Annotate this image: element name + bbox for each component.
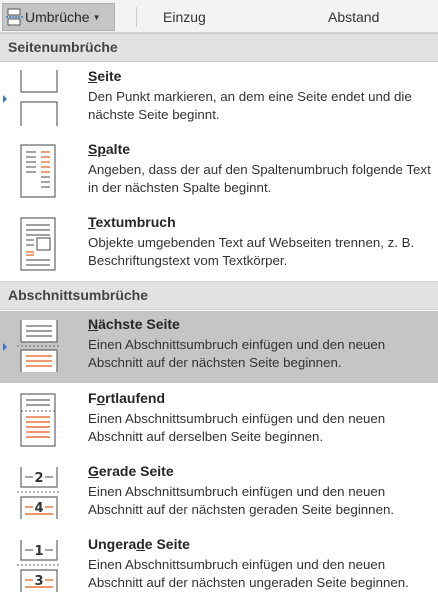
menu-item-title: Nächste Seite [88,316,180,332]
breaks-icon [6,8,24,26]
menu-item-continuous[interactable]: Fortlaufend Einen Abschnittsumbruch einf… [0,385,438,457]
menu-item-title: Gerade Seite [88,463,174,479]
menu-item-title: Spalte [88,141,131,157]
next-page-section-break-icon [17,320,61,372]
page-number-label: 1 [34,544,43,559]
even-page-section-break-icon: 2 4 [17,467,61,519]
breaks-button-label: Umbrüche [25,9,90,25]
menu-item-column-break[interactable]: Spalte Angeben, dass der auf den Spalten… [0,136,438,208]
section-header-page-breaks: Seitenumbrüche [0,33,438,62]
section-header-section-breaks: Abschnittsumbrüche [0,281,438,310]
menu-item-page-break[interactable]: Seite Den Punkt markieren, an dem eine S… [0,63,438,135]
menu-item-title: Seite [88,68,122,84]
spacing-group-label: Abstand [328,9,380,25]
selection-marker [3,343,7,351]
menu-item-title: Ungerade Seite [88,536,190,552]
menu-item-description: Einen Abschnittsumbruch einfügen und den… [88,337,386,370]
page-number-label: 2 [34,471,43,486]
menu-item-description: Einen Abschnittsumbruch einfügen und den… [88,557,409,590]
menu-item-description: Objekte umgebenden Text auf Webseiten tr… [88,235,415,268]
menu-item-description: Den Punkt markieren, an dem eine Seite e… [88,89,412,122]
indent-group-label: Einzug [163,9,206,25]
menu-item-description: Angeben, dass der auf den Spaltenumbruch… [88,162,431,195]
menu-item-even-page[interactable]: 2 4 Gerade Seite Einen Abschnittsumbruch… [0,458,438,530]
column-break-icon [20,144,56,198]
breaks-menu: Seitenumbrüche Seite Den Punkt markieren… [0,33,438,601]
odd-page-section-break-icon: 1 3 [17,540,61,592]
selection-marker [3,95,7,103]
menu-item-description: Einen Abschnittsumbruch einfügen und den… [88,484,395,517]
menu-item-title: Textumbruch [88,214,176,230]
page-number-label: 4 [34,501,43,516]
menu-item-odd-page[interactable]: 1 3 Ungerade Seite Einen Abschnittsumbru… [0,531,438,603]
breaks-dropdown-button[interactable]: Umbrüche ▼ [2,3,115,31]
menu-item-next-page[interactable]: Nächste Seite Einen Abschnittsumbruch ei… [0,311,438,383]
menu-item-description: Einen Abschnittsumbruch einfügen und den… [88,411,386,444]
continuous-section-break-icon [20,393,56,447]
menu-item-text-wrapping-break[interactable]: Textumbruch Objekte umgebenden Text auf … [0,209,438,281]
page-break-icon [20,70,58,126]
text-wrapping-break-icon [20,217,56,271]
chevron-down-icon: ▼ [92,12,101,22]
page-number-label: 3 [34,574,43,589]
ribbon-strip: Umbrüche ▼ Einzug Abstand [0,0,438,33]
menu-item-title: Fortlaufend [88,390,166,406]
ribbon-divider [136,7,137,27]
